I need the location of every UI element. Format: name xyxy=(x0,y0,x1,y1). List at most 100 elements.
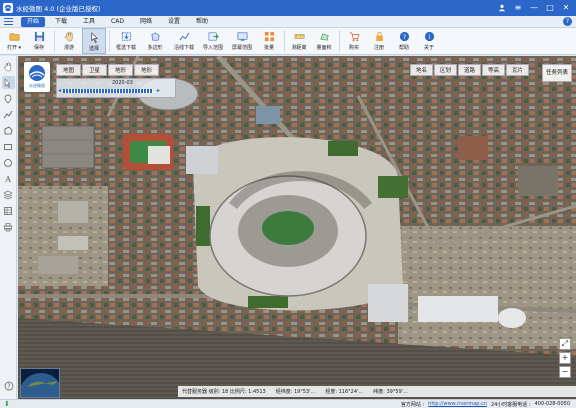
overlay-districts[interactable]: 区划 xyxy=(434,64,458,76)
polygon-icon xyxy=(149,30,161,42)
screen-icon xyxy=(236,30,248,42)
separator xyxy=(54,30,55,52)
about-button[interactable]: i 关于 xyxy=(417,28,441,54)
menu-tools[interactable]: 工具 xyxy=(77,17,101,27)
status-coord2: 经度: 116°24'... xyxy=(325,389,364,395)
map-view[interactable]: 水经微图 地图 卫星 地形 地形 2020-03 ◂ ▸ 地名 区划 道路 等高… xyxy=(18,56,576,399)
menu-cad[interactable]: CAD xyxy=(105,17,130,27)
prev-date-icon[interactable]: ◂ xyxy=(58,87,61,94)
service-label: 24小时客服电话 : xyxy=(490,401,531,408)
menu-settings[interactable]: 设置 xyxy=(162,17,186,27)
separator xyxy=(109,30,110,52)
box-download-button[interactable]: 框选下载 xyxy=(112,28,140,54)
separator xyxy=(339,30,340,52)
menu-network[interactable]: 网络 xyxy=(134,17,158,27)
import-button[interactable]: 导入范围 xyxy=(199,28,227,54)
zoom-out-button[interactable]: − xyxy=(559,366,571,378)
fullscreen-icon[interactable]: ⤢ xyxy=(559,338,571,350)
map-type-terrain-2[interactable]: 地形 xyxy=(134,64,160,76)
info-icon: i xyxy=(423,30,435,42)
date-label: 2020-03 xyxy=(112,80,133,86)
help-button[interactable]: ? 帮助 xyxy=(392,28,416,54)
layers-tool-icon[interactable] xyxy=(2,188,15,201)
user-icon[interactable] xyxy=(494,4,510,12)
area-icon xyxy=(318,30,330,42)
box-download-icon xyxy=(120,30,132,42)
select-button[interactable]: 选择 xyxy=(82,28,106,54)
hamburger-icon[interactable] xyxy=(4,17,13,26)
window-controls: ≡ — □ ✕ xyxy=(494,0,574,16)
marker-tool-icon[interactable] xyxy=(2,92,15,105)
screen-range-button[interactable]: 屏幕范围 xyxy=(228,28,256,54)
pan-button[interactable]: 漫游 xyxy=(57,28,81,54)
map-type-satellite[interactable]: 卫星 xyxy=(82,64,108,76)
status-coord1: 经纬度: 19°53'... xyxy=(275,389,316,395)
polygon-button[interactable]: 多边形 xyxy=(141,28,169,54)
menu-icon[interactable]: ≡ xyxy=(510,0,526,16)
cart-icon xyxy=(348,30,360,42)
buy-button[interactable]: 购买 xyxy=(342,28,366,54)
site-label: 官方网站 : xyxy=(400,401,425,408)
satellite-imagery xyxy=(18,56,576,399)
menu-help[interactable]: 帮助 xyxy=(190,17,214,27)
line-download-icon xyxy=(178,30,190,42)
maximize-button[interactable]: □ xyxy=(542,0,558,16)
import-icon xyxy=(207,30,219,42)
zoom-in-button[interactable]: + xyxy=(559,352,571,364)
overview-minimap[interactable] xyxy=(20,368,60,398)
help-circle-icon[interactable]: ? xyxy=(2,379,15,392)
measure-area-button[interactable]: 量面积 xyxy=(312,28,336,54)
table-tool-icon[interactable] xyxy=(2,204,15,217)
zoom-control: ⤢ + − xyxy=(559,338,571,380)
help-icon[interactable]: ? xyxy=(563,17,572,26)
separator xyxy=(284,30,285,52)
register-button[interactable]: 注册 xyxy=(367,28,391,54)
svg-text:?: ? xyxy=(402,32,405,40)
polygon-tool-icon[interactable] xyxy=(2,124,15,137)
line-download-button[interactable]: 沿线下载 xyxy=(170,28,198,54)
print-tool-icon[interactable] xyxy=(2,220,15,233)
task-list-button[interactable]: 任务列表 xyxy=(542,64,572,82)
next-date-icon[interactable]: ▸ xyxy=(157,87,160,94)
overlay-placenames[interactable]: 地名 xyxy=(410,64,434,76)
map-type-terrain[interactable]: 地形 xyxy=(108,64,134,76)
footer-bar: ⬇ 官方网站 : http://www.rivermap.cn 24小时客服电话… xyxy=(0,399,576,408)
polyline-tool-icon[interactable] xyxy=(2,108,15,121)
menu-download[interactable]: 下载 xyxy=(49,17,73,27)
overlay-roads[interactable]: 道路 xyxy=(458,64,482,76)
overlay-contours[interactable]: 等高 xyxy=(482,64,506,76)
status-level: 代替服务器 级别: 18 比例尺: 1:4513 xyxy=(182,389,266,395)
hand-tool-icon[interactable] xyxy=(2,60,15,73)
hand-icon xyxy=(63,30,75,42)
history-date-slider[interactable]: 2020-03 ◂ ▸ xyxy=(56,78,176,98)
text-tool-icon[interactable]: A xyxy=(2,172,15,185)
open-button[interactable]: 打开 ▾ xyxy=(2,28,26,54)
batch-icon xyxy=(263,30,275,42)
overlay-switcher: 地名 区划 道路 等高 瓦片 xyxy=(410,64,530,76)
save-button[interactable]: 保存 xyxy=(27,28,51,54)
select-tool-icon[interactable] xyxy=(1,76,15,89)
svg-text:A: A xyxy=(4,175,11,184)
toolbar: 打开 ▾ 保存 漫游 选择 框选下载 多边形 沿线下载 导入范围 屏幕范围 批量 xyxy=(0,28,576,55)
map-type-map[interactable]: 地图 xyxy=(56,64,82,76)
close-button[interactable]: ✕ xyxy=(558,0,574,16)
rectangle-tool-icon[interactable] xyxy=(2,140,15,153)
folder-icon xyxy=(8,30,20,42)
window-title: 水经微图 4.0 (企业版已授权) xyxy=(16,5,101,13)
status-coord3: 纬度: 39°59'... xyxy=(373,389,408,395)
cursor-icon xyxy=(88,31,100,43)
logo-text: 水经微图 xyxy=(29,83,45,88)
menu-bar: 开始 下载 工具 CAD 网络 设置 帮助 ? xyxy=(0,16,576,28)
measure-distance-button[interactable]: 测距离 xyxy=(287,28,311,54)
menu-start[interactable]: 开始 xyxy=(21,16,46,27)
title-bar: 水经微图 4.0 (企业版已授权) ≡ — □ ✕ xyxy=(0,0,576,16)
batch-button[interactable]: 批量 xyxy=(257,28,281,54)
ruler-icon xyxy=(293,30,305,42)
svg-text:?: ? xyxy=(7,383,10,390)
site-link[interactable]: http://www.rivermap.cn xyxy=(428,401,487,407)
minimize-button[interactable]: — xyxy=(526,0,542,16)
overlay-tiles[interactable]: 瓦片 xyxy=(506,64,530,76)
date-track[interactable] xyxy=(63,89,153,93)
download-arrow-icon[interactable]: ⬇ xyxy=(4,401,11,408)
circle-tool-icon[interactable] xyxy=(2,156,15,169)
